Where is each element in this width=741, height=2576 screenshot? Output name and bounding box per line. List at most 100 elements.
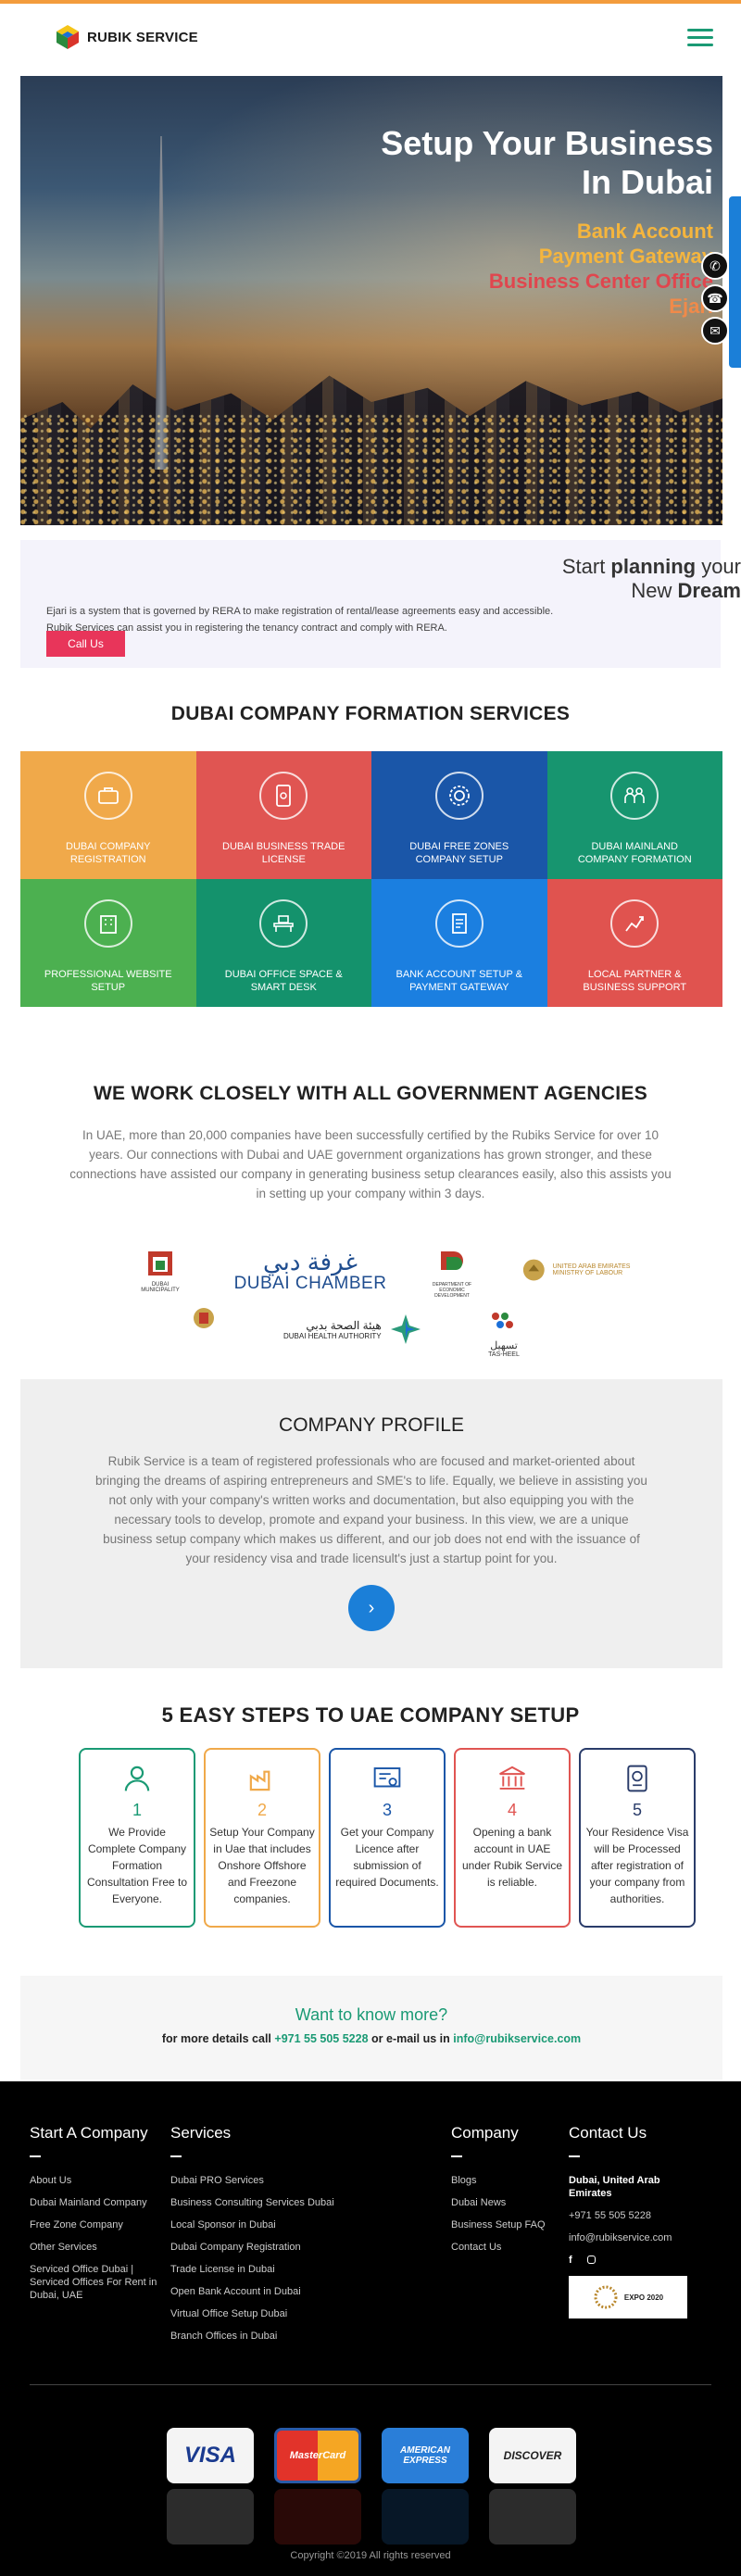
discover-card-icon: DISCOVER <box>489 2428 576 2483</box>
footer-link[interactable]: Branch Offices in Dubai <box>170 2330 346 2343</box>
footer-link[interactable]: Serviced Office Dubai | Serviced Offices… <box>30 2263 169 2302</box>
document-icon <box>434 899 484 948</box>
service-tile-label: DUBAI MAINLAND COMPANY FORMATION <box>577 841 692 865</box>
step-number: 1 <box>132 1801 142 1819</box>
government-text: In UAE, more than 20,000 companies have … <box>69 1128 672 1200</box>
footer-link[interactable]: Contact Us <box>451 2241 562 2254</box>
profile-title: COMPANY PROFILE <box>279 1414 464 1436</box>
site-header: RUBIK SERVICE <box>0 4 741 70</box>
footer-link[interactable]: Other Services <box>30 2241 169 2254</box>
side-contact-strip[interactable] <box>729 196 741 368</box>
service-tile-label: DUBAI FREE ZONES COMPANY SETUP <box>409 841 509 865</box>
facebook-icon[interactable]: f <box>569 2254 572 2267</box>
footer-link[interactable]: Virtual Office Setup Dubai <box>170 2307 346 2320</box>
email-link[interactable]: info@rubikservice.com <box>453 2032 581 2045</box>
call-us-button[interactable]: Call Us <box>46 631 125 657</box>
certificate-icon <box>331 1763 444 1799</box>
mail-icon[interactable]: ✉ <box>701 317 729 345</box>
footer-link[interactable]: Trade License in Dubai <box>170 2263 346 2276</box>
footer-link[interactable]: Business Consulting Services Dubai <box>170 2196 346 2209</box>
whatsapp-icon[interactable]: ✆ <box>701 252 729 280</box>
footer-divider <box>30 2384 711 2385</box>
dubai-municipality-logo: DUBAI MUNICIPALITY <box>137 1248 183 1293</box>
footer-col-contact: Contact Us Dubai, United Arab Emirates +… <box>569 2124 698 2318</box>
services-title: DUBAI COMPANY FORMATION SERVICES <box>170 703 571 724</box>
footer-link[interactable]: Local Sponsor in Dubai <box>170 2218 346 2231</box>
people-icon <box>610 772 659 820</box>
service-tile[interactable]: PROFESSIONAL WEBSITE SETUP <box>20 879 196 1007</box>
service-tile[interactable]: DUBAI BUSINESS TRADE LICENSE <box>195 751 371 879</box>
step-card: 1 We Provide Complete Company Formation C… <box>79 1748 195 1928</box>
service-tile[interactable]: DUBAI FREE ZONES COMPANY SETUP <box>371 751 547 879</box>
step-number: 2 <box>257 1801 267 1819</box>
amex-card-icon: AMERICAN EXPRESS <box>382 2428 469 2483</box>
service-tile[interactable]: DUBAI MAINLAND COMPANY FORMATION <box>546 751 722 879</box>
tasheel-logo: تسهيل TAS-HEEL <box>476 1309 532 1358</box>
ejari-section: Start planning your New Dream Ejari is a… <box>20 540 741 668</box>
step-number: 3 <box>382 1801 392 1819</box>
footer-link[interactable]: About Us <box>30 2174 169 2187</box>
phone-icon[interactable]: ☎ <box>701 284 729 312</box>
footer-services-title: Services <box>170 2124 232 2142</box>
government-title: WE WORK CLOSELY WITH ALL GOVERNMENT AGEN… <box>93 1083 648 1104</box>
hero-banner: Setup Your Business In Dubai Bank Accoun… <box>20 76 722 525</box>
ded-logo: DEPARTMENT OF ECONOMIC DEVELOPMENT <box>424 1248 480 1299</box>
step-text: Setup Your Company in Uae that includes … <box>209 1826 315 1905</box>
hamburger-menu-icon[interactable] <box>687 28 713 46</box>
dubai-chamber-logo: غرفة دبي DUBAI CHAMBER <box>233 1248 387 1293</box>
hero-text: Setup Your Business In Dubai Bank Accoun… <box>343 124 713 319</box>
hero-title-line2: In Dubai <box>582 163 713 201</box>
footer-link[interactable]: Dubai PRO Services <box>170 2174 346 2187</box>
ejari-text: Ejari is a system that is governed by RE… <box>46 606 554 634</box>
passport-icon <box>581 1763 694 1799</box>
profile-text: Rubik Service is a team of registered pr… <box>95 1454 647 1565</box>
footer-link[interactable]: Dubai Mainland Company <box>30 2196 169 2209</box>
footer-company-title: Company <box>451 2124 519 2142</box>
briefcase-icon <box>83 772 132 820</box>
footer-phone[interactable]: +971 55 505 5228 <box>569 2209 698 2222</box>
ejari-heading: Start planning your New Dream <box>561 555 741 602</box>
footer-email[interactable]: info@rubikservice.com <box>569 2231 698 2244</box>
footer-link[interactable]: Free Zone Company <box>30 2218 169 2231</box>
footer-link[interactable]: Open Bank Account in Dubai <box>170 2285 346 2298</box>
hero-sub-ejari: Ejari <box>669 295 713 318</box>
service-tile[interactable]: DUBAI OFFICE SPACE & SMART DESK <box>195 879 371 1007</box>
brand-name: RUBIK SERVICE <box>87 29 198 45</box>
step-text: Opening a bank account in UAE under Rubi… <box>461 1826 563 1889</box>
footer-col-start: Start A Company About Us Dubai Mainland C… <box>30 2124 169 2311</box>
step-text: Get your Company Licence after submissio… <box>335 1826 439 1889</box>
footer-link[interactable]: Dubai News <box>451 2196 562 2209</box>
footer-link[interactable]: Dubai Company Registration <box>170 2241 346 2254</box>
step-card: 5 Your Residence Visa will be Processed a… <box>579 1748 696 1928</box>
payment-cards: VISA MasterCard AMERICAN EXPRESS DISCOVE… <box>167 2428 576 2483</box>
chevron-right-icon[interactable]: › <box>348 1585 395 1631</box>
footer-link[interactable]: Blogs <box>451 2174 562 2187</box>
service-tile-label: DUBAI BUSINESS TRADE LICENSE <box>222 841 345 865</box>
government-logos: DUBAI MUNICIPALITY غرفة دبي DUBAI CHAMBE… <box>0 1240 741 1370</box>
brand-logo[interactable]: RUBIK SERVICE <box>54 23 198 51</box>
step-card: 2 Setup Your Company in Uae that includes… <box>204 1748 320 1928</box>
instagram-icon[interactable] <box>586 2256 596 2264</box>
service-tile-label: LOCAL PARTNER & BUSINESS SUPPORT <box>583 969 687 993</box>
footer-address: Dubai, United Arab Emirates <box>569 2175 660 2199</box>
know-more-details: for more details call +971 55 505 5228 o… <box>161 2032 582 2045</box>
hero-sub-payment: Payment Gateway <box>538 245 713 268</box>
footer-link[interactable]: Business Setup FAQ <box>451 2218 562 2231</box>
service-tile[interactable]: DUBAI COMPANY REGISTRATION <box>20 751 196 879</box>
service-tile-label: DUBAI COMPANY REGISTRATION <box>66 841 151 865</box>
service-tile[interactable]: LOCAL PARTNER & BUSINESS SUPPORT <box>546 879 722 1007</box>
step-text: Your Residence Visa will be Processed af… <box>585 1826 689 1905</box>
mastercard-icon: MasterCard <box>274 2428 361 2483</box>
rubik-cube-icon <box>54 23 82 51</box>
footer-col-company: Company Blogs Dubai News Business Setup FA… <box>451 2124 562 2263</box>
service-tile[interactable]: BANK ACCOUNT SETUP & PAYMENT GATEWAY <box>371 879 547 1007</box>
service-tile-label: DUBAI OFFICE SPACE & SMART DESK <box>224 969 343 993</box>
phone-link[interactable]: +971 55 505 5228 <box>274 2032 368 2045</box>
footer-social: f <box>569 2254 698 2267</box>
bank-icon <box>456 1763 569 1799</box>
footer-col-services: Services Dubai PRO Services Business Cons… <box>170 2124 346 2352</box>
step-card: 3 Get your Company Licence after submissi… <box>329 1748 446 1928</box>
gear-icon <box>434 772 484 820</box>
chart-icon <box>610 899 659 948</box>
steps-title: 5 EASY STEPS TO UAE COMPANY SETUP <box>161 1703 580 1727</box>
